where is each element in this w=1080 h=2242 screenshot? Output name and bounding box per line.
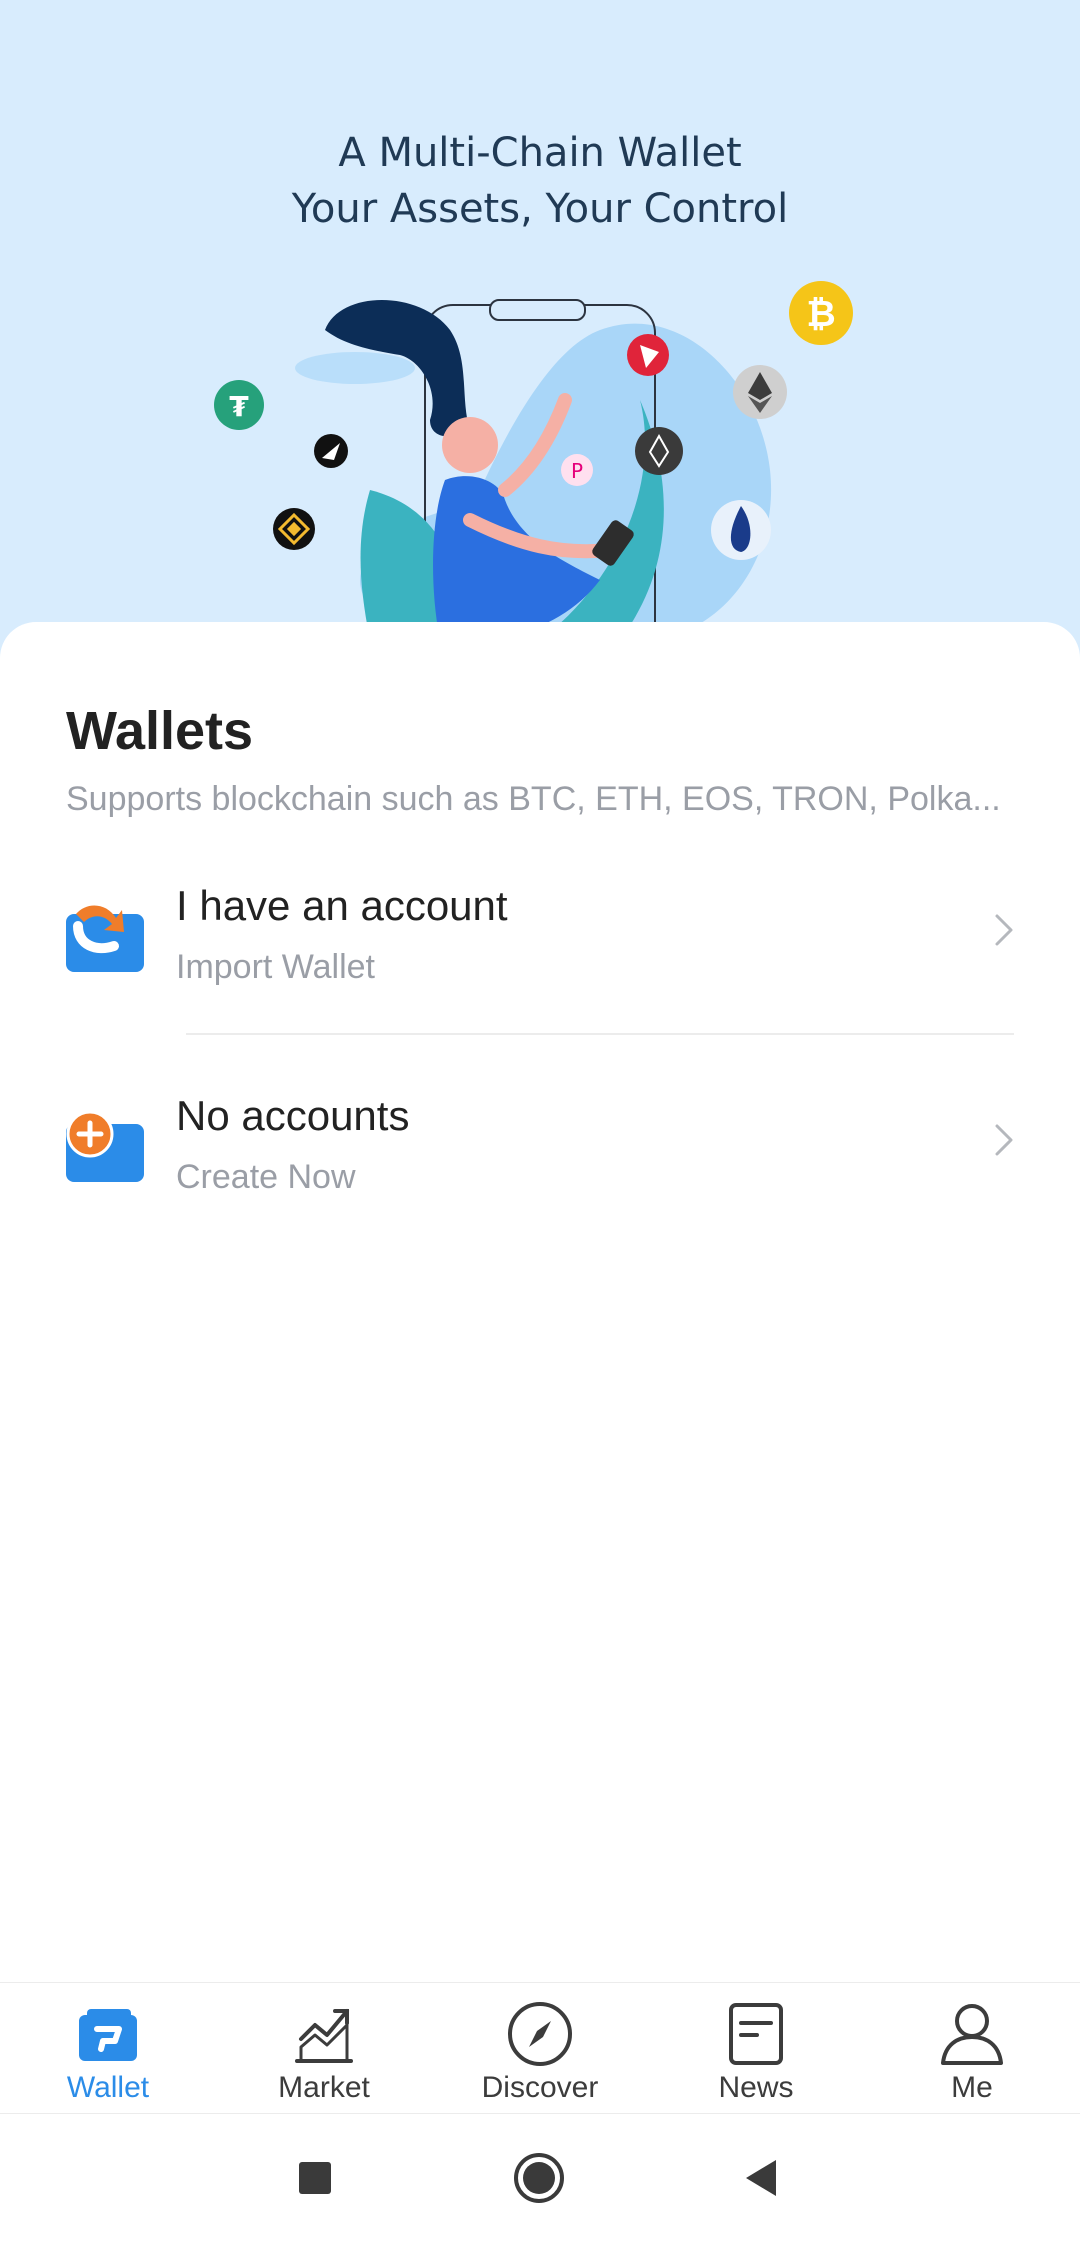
- tab-wallet-label: Wallet: [66, 2071, 150, 2104]
- create-option-title: No accounts: [176, 1092, 410, 1139]
- create-wallet-icon: [66, 1110, 144, 1182]
- chevron-right-icon: [995, 1124, 1013, 1156]
- import-option-title: I have an account: [176, 882, 508, 929]
- option-divider: [186, 1033, 1014, 1035]
- hero-illustration: ₿ P ₮: [214, 281, 853, 660]
- chevron-right-icon: [995, 914, 1013, 946]
- home-button[interactable]: [509, 2148, 569, 2208]
- import-wallet-option[interactable]: I have an account Import Wallet: [0, 860, 1080, 1050]
- svg-text:₮: ₮: [229, 390, 249, 423]
- system-navigation-bar: [0, 2114, 1080, 2242]
- person-icon: [941, 2004, 1003, 2065]
- import-option-subtitle: Import Wallet: [176, 948, 376, 986]
- tab-market-label: Market: [278, 2071, 370, 2104]
- tab-news[interactable]: News: [648, 1983, 864, 2113]
- tab-discover-label: Discover: [481, 2071, 599, 2104]
- wallet-icon: [79, 2009, 137, 2061]
- wallets-heading: Wallets: [66, 701, 254, 761]
- svg-text:₿: ₿: [806, 294, 835, 335]
- tab-me[interactable]: Me: [864, 1983, 1080, 2113]
- hero-title-line2: Your Assets, Your Control: [291, 186, 789, 232]
- tab-news-label: News: [718, 2071, 794, 2104]
- news-icon: [729, 2003, 783, 2065]
- back-button[interactable]: [732, 2148, 792, 2208]
- tab-wallet[interactable]: Wallet: [0, 1983, 216, 2113]
- hero-title-line1: A Multi-Chain Wallet: [338, 130, 742, 176]
- bottom-tab-bar: Wallet Market Discover News Me: [0, 1982, 1080, 2114]
- market-chart-icon: [295, 2009, 353, 2063]
- tab-market[interactable]: Market: [216, 1983, 432, 2113]
- tab-discover[interactable]: Discover: [432, 1983, 648, 2113]
- import-wallet-icon: [66, 905, 144, 972]
- compass-icon: [508, 2002, 572, 2066]
- svg-text:P: P: [571, 459, 583, 483]
- recents-button[interactable]: [285, 2148, 345, 2208]
- create-option-subtitle: Create Now: [176, 1158, 356, 1196]
- tab-me-label: Me: [951, 2071, 993, 2104]
- content-sheet: [0, 622, 1080, 1982]
- hero-banner: ₿ P ₮ A Multi-Chain Wallet Your Assets, …: [0, 0, 1080, 660]
- wallets-subtitle: Supports blockchain such as BTC, ETH, EO…: [66, 780, 1001, 818]
- create-wallet-option[interactable]: No accounts Create Now: [0, 1070, 1080, 1260]
